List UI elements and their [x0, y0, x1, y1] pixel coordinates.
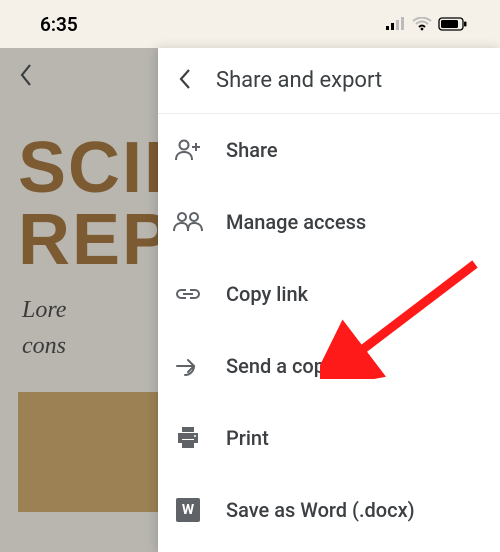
share-export-panel: Share and export Share: [158, 48, 500, 552]
menu-item-copy-link[interactable]: Copy link: [158, 258, 500, 330]
menu-label: Save as Word (.docx): [226, 498, 415, 522]
menu-label: Copy link: [226, 282, 308, 306]
battery-icon: [438, 17, 468, 31]
panel-title: Share and export: [216, 68, 382, 93]
menu-label: Send a copy: [226, 354, 335, 378]
people-icon: [172, 212, 204, 232]
status-bar: 6:35: [0, 0, 500, 48]
dim-overlay[interactable]: [0, 48, 158, 552]
word-icon-letter: W: [176, 498, 200, 522]
word-icon: W: [172, 498, 204, 522]
panel-back-button[interactable]: [172, 62, 198, 100]
status-time: 6:35: [40, 13, 78, 36]
menu-item-manage-access[interactable]: Manage access: [158, 186, 500, 258]
menu-item-share[interactable]: Share: [158, 114, 500, 186]
cellular-icon: [386, 17, 406, 31]
send-icon: [172, 356, 204, 376]
menu-item-print[interactable]: Print: [158, 402, 500, 474]
chevron-left-icon: [178, 68, 192, 90]
menu-label: Print: [226, 426, 269, 450]
wifi-icon: [412, 17, 432, 31]
panel-header: Share and export: [158, 48, 500, 114]
menu-item-send-copy[interactable]: Send a copy: [158, 330, 500, 402]
menu-item-save-word[interactable]: W Save as Word (.docx): [158, 474, 500, 546]
link-icon: [172, 287, 204, 301]
menu-label: Share: [226, 138, 278, 162]
person-add-icon: [172, 139, 204, 161]
menu-label: Manage access: [226, 210, 366, 234]
menu-list: Share Manage access Copy: [158, 114, 500, 552]
print-icon: [172, 427, 204, 449]
